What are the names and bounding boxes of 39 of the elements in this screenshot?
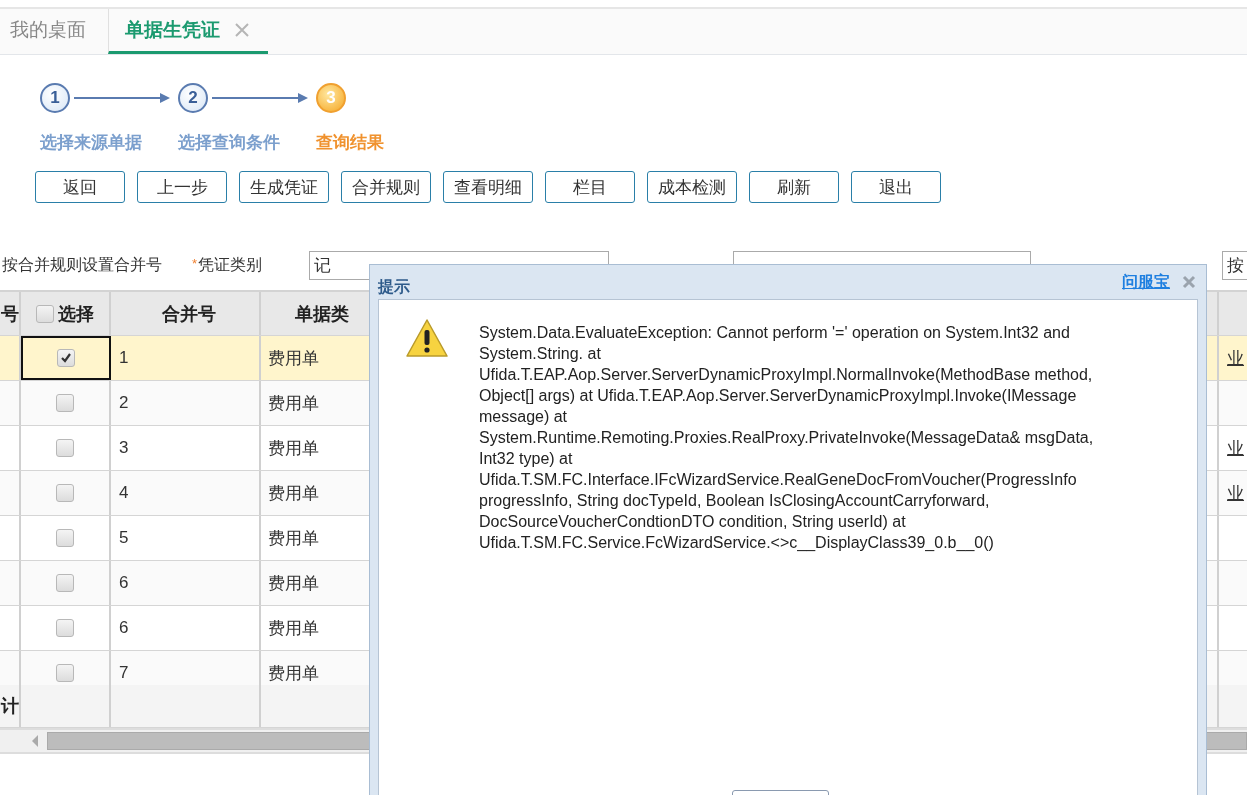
- checkbox[interactable]: [56, 664, 74, 682]
- checkbox[interactable]: [56, 394, 74, 412]
- column-header: 选择: [58, 302, 94, 326]
- step-label: 查询结果: [316, 132, 384, 154]
- toolbar-button[interactable]: 生成凭证: [239, 171, 329, 203]
- close-icon[interactable]: [234, 22, 250, 38]
- checkbox[interactable]: [56, 484, 74, 502]
- toolbar-button[interactable]: 刷新: [749, 171, 839, 203]
- step-number: 3: [316, 83, 346, 113]
- toolbar-button[interactable]: 成本检测: [647, 171, 737, 203]
- arrow-icon: [74, 93, 170, 103]
- warning-icon: [405, 318, 449, 358]
- close-icon[interactable]: [1182, 275, 1196, 289]
- merge-rule-label: 按合并规则设置合并号: [2, 255, 162, 275]
- voucher-type-label: 凭证类别: [198, 255, 263, 275]
- arrow-icon: [212, 93, 308, 103]
- toolbar-button[interactable]: 查看明细: [443, 171, 533, 203]
- step-number: 1: [40, 83, 70, 113]
- toolbar-button[interactable]: 合并规则: [341, 171, 431, 203]
- table-link[interactable]: 业: [1227, 481, 1244, 505]
- toolbar-button[interactable]: 退出: [851, 171, 941, 203]
- table-link[interactable]: 业: [1227, 436, 1244, 460]
- required-mark: *: [192, 256, 198, 271]
- checkbox[interactable]: [56, 439, 74, 457]
- step-number: 2: [178, 83, 208, 113]
- checkbox[interactable]: [56, 619, 74, 637]
- rule-field[interactable]: 按: [1222, 251, 1247, 280]
- checkbox[interactable]: [56, 574, 74, 592]
- toolbar-button[interactable]: 栏目: [545, 171, 635, 203]
- step-label: 选择查询条件: [178, 132, 281, 154]
- toolbar-button[interactable]: 返回: [35, 171, 125, 203]
- table-link[interactable]: 业: [1227, 346, 1244, 370]
- scroll-left-icon[interactable]: [31, 735, 39, 747]
- checkbox[interactable]: [56, 529, 74, 547]
- toolbar-button[interactable]: 上一步: [137, 171, 227, 203]
- check-icon: [60, 352, 72, 364]
- checkbox[interactable]: [57, 349, 75, 367]
- step-label: 选择来源单据: [40, 132, 143, 154]
- checkbox[interactable]: [36, 304, 54, 323]
